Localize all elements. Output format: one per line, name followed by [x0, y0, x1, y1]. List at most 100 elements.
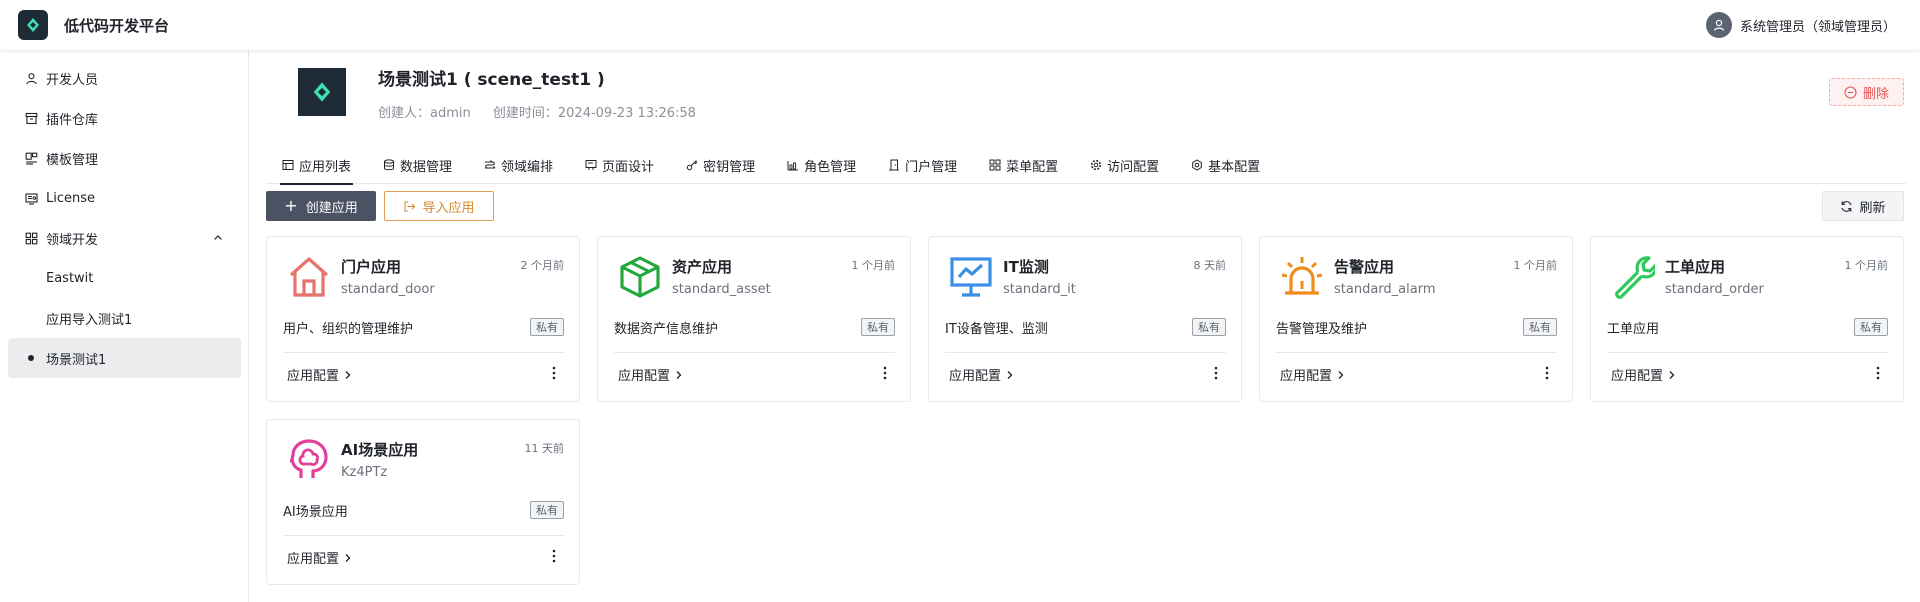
tab-label: 访问配置 — [1107, 159, 1160, 175]
app-config-link[interactable]: 应用配置 — [1280, 365, 1345, 384]
sidebar-item-developers[interactable]: 开发人员 — [8, 58, 241, 98]
status-badge: 私有 — [861, 318, 895, 336]
template-icon — [24, 151, 38, 165]
app-code: standard_door — [341, 282, 435, 297]
tab-label: 密钥管理 — [703, 159, 756, 175]
chevron-right-icon — [1006, 370, 1014, 380]
app-config-label: 应用配置 — [618, 369, 671, 384]
more-vertical-icon[interactable] — [549, 365, 559, 381]
tab-basic-config[interactable]: 基本配置 — [1191, 146, 1260, 184]
app-card-it[interactable]: IT监测 standard_it 8 天前 IT设备管理、监测 私有 应用配置 — [928, 236, 1242, 402]
app-name: 告警应用 — [1334, 258, 1395, 276]
app-code: standard_asset — [672, 282, 771, 297]
app-card-order[interactable]: 工单应用 standard_order 1 个月前 工单应用 私有 应用配置 — [1590, 236, 1904, 402]
sidebar-item-label: 模板管理 — [46, 152, 99, 168]
app-description: 用户、组织的管理维护 — [283, 322, 414, 337]
tab-label: 数据管理 — [400, 159, 453, 175]
app-card-door[interactable]: 门户应用 standard_door 2 个月前 用户、组织的管理维护 私有 应… — [266, 236, 580, 402]
chevron-right-icon — [675, 370, 683, 380]
import-app-button[interactable]: 导入应用 — [384, 191, 494, 221]
app-title: 低代码开发平台 — [64, 16, 170, 35]
tab-label: 门户管理 — [905, 159, 958, 175]
sidebar-item-templates[interactable]: 模板管理 — [8, 138, 241, 178]
card-divider — [1607, 352, 1888, 353]
platform-logo[interactable] — [18, 10, 48, 40]
tab-role-management[interactable]: 角色管理 — [787, 146, 856, 184]
portal-icon — [888, 159, 900, 171]
chevron-right-icon — [1337, 370, 1345, 380]
chevron-right-icon — [344, 370, 352, 380]
more-vertical-icon[interactable] — [1211, 365, 1221, 381]
app-name: 门户应用 — [341, 258, 402, 276]
scene-meta: 创建人：admin 创建时间：2024-09-23 13:26:58 — [378, 102, 714, 121]
app-name: IT监测 — [1003, 258, 1049, 276]
app-config-link[interactable]: 应用配置 — [618, 365, 683, 384]
sidebar-item-label: 应用导入测试1 — [46, 312, 133, 328]
tab-label: 菜单配置 — [1006, 159, 1059, 175]
refresh-icon — [1840, 200, 1853, 213]
tab-key-management[interactable]: 密钥管理 — [686, 146, 755, 184]
main-content: 场景测试1 ( scene_test1 ) 创建人：admin 创建时间：202… — [250, 50, 1920, 602]
app-description: 告警管理及维护 — [1276, 322, 1368, 337]
license-icon — [24, 191, 38, 205]
sidebar-item-scene-test1[interactable]: 场景测试1 — [8, 338, 241, 378]
sidebar-item-label: 场景测试1 — [46, 352, 107, 368]
tab-portal-management[interactable]: 门户管理 — [888, 146, 957, 184]
app-card-asset[interactable]: 资产应用 standard_asset 1 个月前 数据资产信息维护 私有 应用… — [597, 236, 911, 402]
more-vertical-icon[interactable] — [880, 365, 890, 381]
user-menu[interactable]: 系统管理员（领域管理员） — [1705, 0, 1896, 50]
app-description: IT设备管理、监测 — [945, 322, 1048, 337]
chevron-up-icon[interactable] — [213, 232, 223, 247]
app-config-label: 应用配置 — [287, 552, 340, 567]
sidebar-item-plugin-repo[interactable]: 插件仓库 — [8, 98, 241, 138]
card-divider — [1276, 352, 1557, 353]
logo-icon — [313, 82, 331, 102]
archive-icon — [24, 111, 38, 125]
tab-access-config[interactable]: 访问配置 — [1090, 146, 1159, 184]
user-name: 系统管理员（领域管理员） — [1739, 19, 1896, 35]
tab-domain-orchestration[interactable]: 领域编排 — [484, 146, 553, 184]
create-app-label: 创建应用 — [305, 200, 358, 216]
orchestration-icon — [484, 159, 496, 171]
gear-icon — [1090, 159, 1102, 171]
app-time: 1 个月前 — [1844, 259, 1889, 272]
app-config-link[interactable]: 应用配置 — [1611, 365, 1676, 384]
app-config-link[interactable]: 应用配置 — [949, 365, 1014, 384]
tab-label: 领域编排 — [501, 159, 554, 175]
app-name: AI场景应用 — [341, 441, 419, 459]
tab-data-management[interactable]: 数据管理 — [383, 146, 452, 184]
settings-icon — [1191, 159, 1203, 171]
app-config-label: 应用配置 — [1611, 369, 1664, 384]
app-card-ai[interactable]: AI场景应用 Kz4PTz 11 天前 AI场景应用 私有 应用配置 — [266, 419, 580, 585]
app-config-link[interactable]: 应用配置 — [287, 365, 352, 384]
user-icon — [24, 71, 38, 85]
scene-created-time: 创建时间：2024-09-23 13:26:58 — [492, 106, 696, 121]
import-icon — [403, 200, 416, 213]
tab-label: 角色管理 — [804, 159, 857, 175]
tab-app-list[interactable]: 应用列表 — [279, 146, 354, 185]
more-vertical-icon[interactable] — [549, 548, 559, 564]
status-badge: 私有 — [1192, 318, 1226, 336]
more-vertical-icon[interactable] — [1542, 365, 1552, 381]
create-app-button[interactable]: + 创建应用 — [266, 191, 376, 221]
app-config-label: 应用配置 — [1280, 369, 1333, 384]
app-code: standard_alarm — [1334, 282, 1436, 297]
cube-icon — [620, 256, 660, 298]
sidebar-item-domain-dev[interactable]: 领域开发 — [8, 218, 241, 258]
sidebar-item-eastwit[interactable]: Eastwit — [8, 258, 241, 298]
more-vertical-icon[interactable] — [1873, 365, 1883, 381]
delete-button[interactable]: 删除 — [1828, 78, 1904, 106]
sidebar-item-app-import-test1[interactable]: 应用导入测试1 — [8, 298, 241, 338]
tab-page-design[interactable]: 页面设计 — [585, 146, 654, 184]
app-config-link[interactable]: 应用配置 — [287, 548, 352, 567]
grid-icon — [24, 231, 38, 245]
brain-icon — [290, 439, 328, 478]
status-badge: 私有 — [530, 501, 564, 519]
sidebar-item-license[interactable]: License — [8, 178, 241, 218]
page-title: 场景测试1 ( scene_test1 ) — [378, 70, 605, 90]
app-card-alarm[interactable]: 告警应用 standard_alarm 1 个月前 告警管理及维护 私有 应用配… — [1259, 236, 1573, 402]
refresh-button[interactable]: 刷新 — [1822, 191, 1904, 221]
tab-menu-config[interactable]: 菜单配置 — [989, 146, 1058, 184]
card-divider — [614, 352, 895, 353]
tab-label: 页面设计 — [602, 159, 655, 175]
